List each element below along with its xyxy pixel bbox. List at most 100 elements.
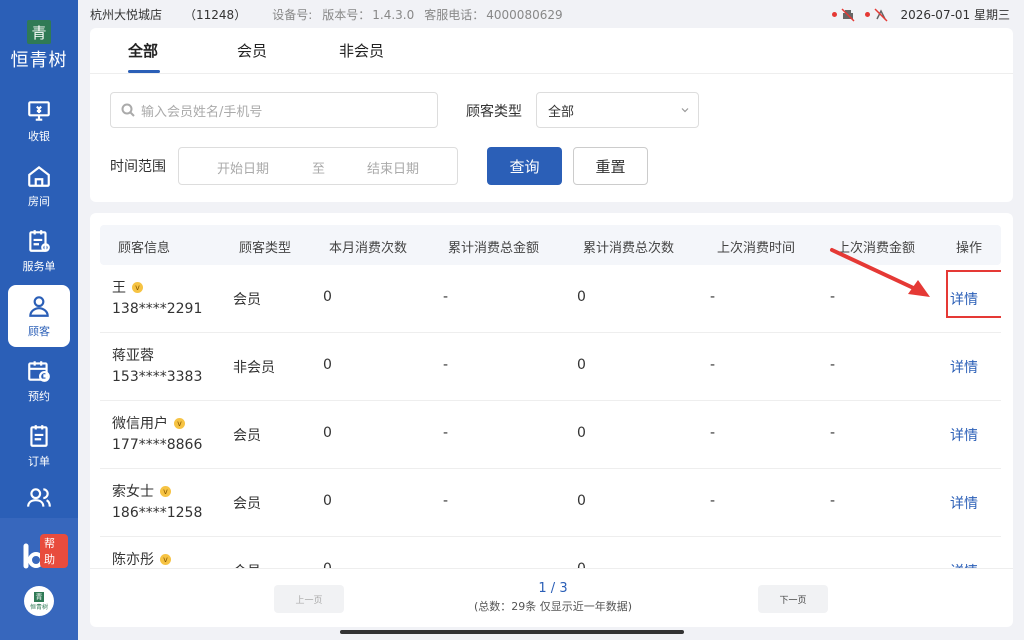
nav-label: 房间 — [28, 195, 50, 208]
prev-page-button[interactable]: 上一页 — [274, 585, 344, 613]
start-date-field[interactable]: 开始日期 — [217, 158, 269, 177]
version-value: 1.4.3.0 — [372, 7, 415, 22]
chevron-down-icon — [681, 108, 689, 113]
customer-type: 会员 — [233, 292, 261, 308]
last-time: - — [710, 357, 716, 373]
detail-link[interactable]: 详情 — [950, 289, 978, 309]
last-amount: - — [830, 425, 836, 441]
detail-link[interactable]: 详情 — [950, 357, 978, 377]
month-count: 0 — [323, 561, 332, 568]
service-phone: 4000080629 — [486, 7, 563, 22]
logo: 青 恒青树 — [0, 0, 78, 90]
detail-link[interactable]: 详情 — [950, 493, 978, 513]
tab-bar: 全部 会员 非会员 — [90, 28, 1013, 74]
search-icon — [121, 103, 135, 117]
vip-badge-icon: v — [132, 282, 143, 293]
month-count: 0 — [323, 289, 332, 305]
total-count: 0 — [577, 289, 586, 305]
vip-badge-icon: v — [160, 554, 171, 565]
table-row: 蒋亚蓉 153****3383 非会员 0 - 0 - - 详情 — [100, 333, 1001, 401]
customer-type-select[interactable]: 全部 — [536, 92, 699, 128]
nav-staff[interactable] — [8, 478, 70, 518]
customer-name: 蒋亚蓉 — [112, 345, 154, 365]
tab-member[interactable]: 会员 — [237, 40, 267, 61]
tab-all[interactable]: 全部 — [128, 40, 158, 61]
sidebar: 青 恒青树 收银 房间 服务单 顾客 预约 订单 帮助 青 恒青树 — [0, 0, 78, 640]
customer-type: 会员 — [233, 428, 261, 444]
store-name: 杭州大悦城店 — [90, 7, 163, 22]
last-amount: - — [830, 357, 836, 373]
nav-customer[interactable]: 顾客 — [8, 285, 70, 347]
datetime: 2026-07-01 星期三 — [900, 8, 1010, 22]
table-body: 王v 138****2291 会员 0 - 0 - - 详情 蒋亚蓉 153**… — [100, 265, 1001, 568]
table-row: 陈亦彤 v 会员 0 0 详情 — [100, 537, 1001, 568]
home-icon — [28, 165, 50, 187]
last-time: - — [710, 493, 716, 509]
time-range-label: 时间范围 — [110, 159, 166, 175]
tab-non-member[interactable]: 非会员 — [339, 40, 384, 61]
query-button[interactable]: 查询 — [487, 147, 562, 185]
users-icon — [27, 488, 51, 507]
customer-phone: 153****3383 — [112, 369, 203, 385]
table-row: 微信用户 v 177****8866 会员 0 - 0 - - 详情 — [100, 401, 1001, 469]
nav-label: 预约 — [28, 390, 50, 403]
pagination: 上一页 1 / 3 (总数：29条 仅显示近一年数据) 下一页 — [90, 568, 1013, 627]
month-count: 0 — [323, 357, 332, 373]
nav-appointment[interactable]: 预约 — [8, 350, 70, 412]
calendar-clock-icon — [28, 361, 50, 382]
customer-name: 索女士 v — [112, 481, 171, 501]
customer-type: 会员 — [233, 496, 261, 512]
nav-label: 订单 — [28, 455, 50, 468]
annotation-arrow-icon — [830, 248, 930, 297]
home-indicator — [340, 630, 684, 634]
printer-off-icon — [841, 7, 855, 22]
nav-label: 收银 — [28, 130, 50, 143]
tab-underline — [128, 70, 160, 73]
month-count: 0 — [323, 425, 332, 441]
alert-dot — [832, 12, 838, 17]
customer-icon — [29, 296, 49, 317]
total-count-text: (总数：29条 仅显示近一年数据) — [473, 600, 633, 613]
help-badge: 帮助 — [40, 534, 68, 568]
device-info: 设备号: 版本号： 1.4.3.0 客服电话： 4000080629 — [272, 6, 572, 23]
last-amount: - — [830, 493, 836, 509]
customer-phone: 177****8866 — [112, 437, 203, 453]
total-amount: - — [443, 493, 449, 509]
customer-name: 陈亦彤 v — [112, 549, 171, 568]
brand-text: 恒青树 — [29, 603, 48, 611]
end-date-field[interactable]: 结束日期 — [367, 158, 419, 177]
nav-label: 服务单 — [22, 260, 56, 273]
search-input[interactable]: 输入会员姓名/手机号 — [110, 92, 438, 128]
brand-logo: 青 恒青树 — [24, 586, 54, 616]
nav-room[interactable]: 房间 — [8, 155, 70, 217]
customer-name: 王v — [112, 277, 143, 297]
name-text: 微信用户 — [112, 416, 168, 432]
col-header: 累计消费总金额 — [448, 241, 540, 256]
col-header: 上次消费时间 — [717, 241, 796, 256]
total-amount: - — [443, 289, 449, 305]
reset-button[interactable]: 重置 — [573, 147, 648, 185]
name-text: 蒋亚蓉 — [112, 348, 154, 364]
vip-badge-icon: v — [160, 486, 171, 497]
date-range-picker[interactable]: 开始日期 至 结束日期 — [178, 147, 458, 185]
search-placeholder: 输入会员姓名/手机号 — [141, 104, 263, 120]
help-button[interactable]: 帮助 — [20, 534, 68, 570]
page-info: 1 / 3 (总数：29条 仅显示近一年数据) — [465, 581, 641, 614]
version-label: 版本号： — [322, 7, 371, 22]
detail-link[interactable]: 详情 — [950, 425, 978, 445]
col-header: 顾客类型 — [239, 241, 292, 256]
page-number: 1 / 3 — [538, 581, 568, 596]
customer-phone: 138****2291 — [112, 301, 203, 317]
month-count: 0 — [323, 493, 332, 509]
next-page-button[interactable]: 下一页 — [758, 585, 828, 613]
nav-order[interactable]: 订单 — [8, 415, 70, 477]
total-count: 0 — [577, 357, 586, 373]
nav-service-order[interactable]: 服务单 — [8, 220, 70, 282]
detail-link[interactable]: 详情 — [950, 561, 978, 568]
nav-cashier[interactable]: 收银 — [8, 90, 70, 152]
signal-off-icon — [874, 7, 888, 22]
order-icon — [30, 425, 48, 447]
last-time: - — [710, 289, 716, 305]
service-label: 客服电话： — [424, 7, 485, 22]
filter-panel: 全部 会员 非会员 输入会员姓名/手机号 顾客类型 全部 时间范围 开始日期 至… — [90, 28, 1013, 202]
